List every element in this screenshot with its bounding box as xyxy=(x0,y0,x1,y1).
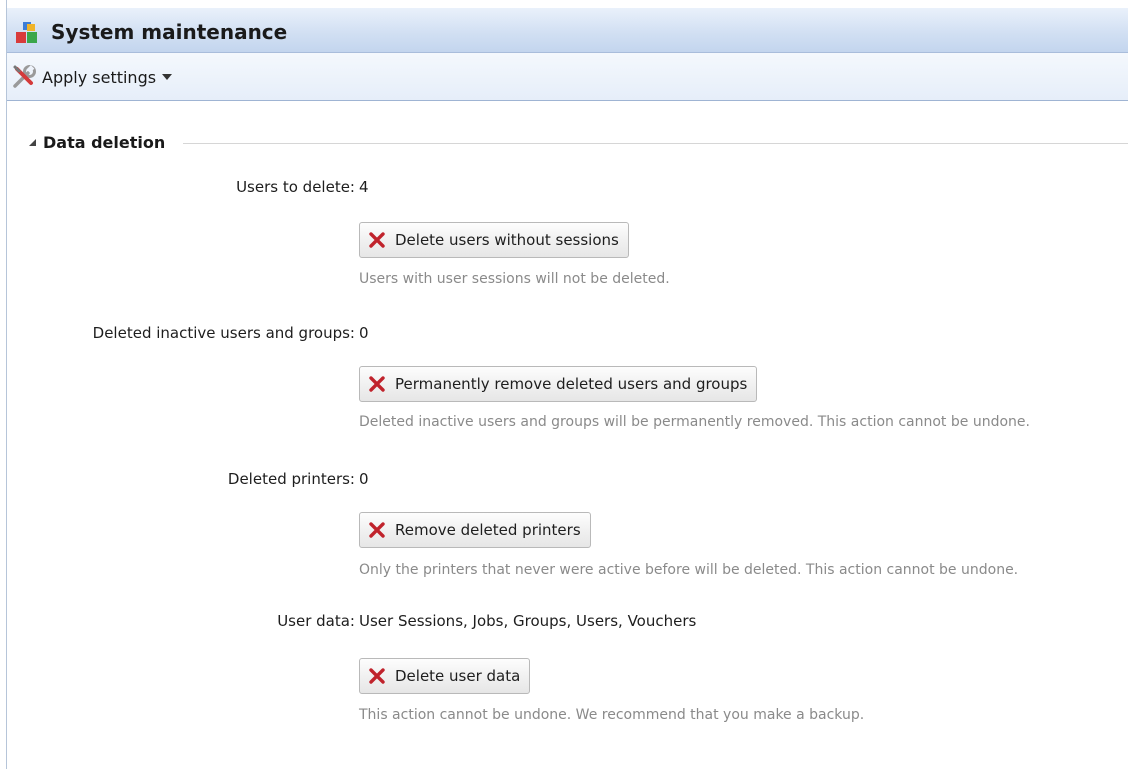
delete-x-icon xyxy=(368,375,386,393)
button-label: Permanently remove deleted users and gro… xyxy=(395,375,748,393)
deleted-inactive-users-hint: Deleted inactive users and groups will b… xyxy=(359,414,1030,430)
users-to-delete-value: 4 xyxy=(359,178,369,196)
delete-x-icon xyxy=(368,521,386,539)
apply-settings-label: Apply settings xyxy=(42,67,157,87)
deleted-printers-hint: Only the printers that never were active… xyxy=(359,562,1019,578)
delete-x-icon xyxy=(368,667,386,685)
deleted-printers-value: 0 xyxy=(359,470,369,488)
section-title: Data deletion xyxy=(43,133,166,152)
page-title: System maintenance xyxy=(51,20,288,44)
title-bar: System maintenance xyxy=(7,8,1128,53)
delete-x-icon xyxy=(368,231,386,249)
blocks-app-icon xyxy=(15,22,39,44)
delete-user-data-button[interactable]: Delete user data xyxy=(359,658,531,694)
apply-settings-button[interactable]: Apply settings xyxy=(11,64,173,90)
section-divider xyxy=(183,143,1128,144)
deleted-inactive-users-value: 0 xyxy=(359,324,369,342)
user-data-value: User Sessions, Jobs, Groups, Users, Vouc… xyxy=(359,612,697,630)
main-content: Data deletion Users to delete: 4 Delete … xyxy=(7,101,1128,769)
users-to-delete-hint: Users with user sessions will not be del… xyxy=(359,271,670,287)
remove-deleted-printers-button[interactable]: Remove deleted printers xyxy=(359,512,591,548)
users-to-delete-label: Users to delete: xyxy=(236,178,355,196)
wrench-screwdriver-icon xyxy=(11,64,37,90)
chevron-down-icon[interactable] xyxy=(162,74,173,80)
button-label: Remove deleted printers xyxy=(395,521,581,539)
delete-users-without-sessions-button[interactable]: Delete users without sessions xyxy=(359,222,629,258)
button-label: Delete users without sessions xyxy=(395,231,619,249)
collapse-caret-icon[interactable] xyxy=(29,139,36,146)
user-data-label: User data: xyxy=(277,612,355,630)
user-data-hint: This action cannot be undone. We recomme… xyxy=(359,707,865,723)
toolbar: Apply settings xyxy=(7,53,1128,101)
section-toggle[interactable]: Data deletion xyxy=(29,133,165,152)
deleted-inactive-users-label: Deleted inactive users and groups: xyxy=(92,324,355,342)
permanently-remove-users-groups-button[interactable]: Permanently remove deleted users and gro… xyxy=(359,366,758,402)
deleted-printers-label: Deleted printers: xyxy=(227,470,355,488)
button-label: Delete user data xyxy=(395,667,521,685)
